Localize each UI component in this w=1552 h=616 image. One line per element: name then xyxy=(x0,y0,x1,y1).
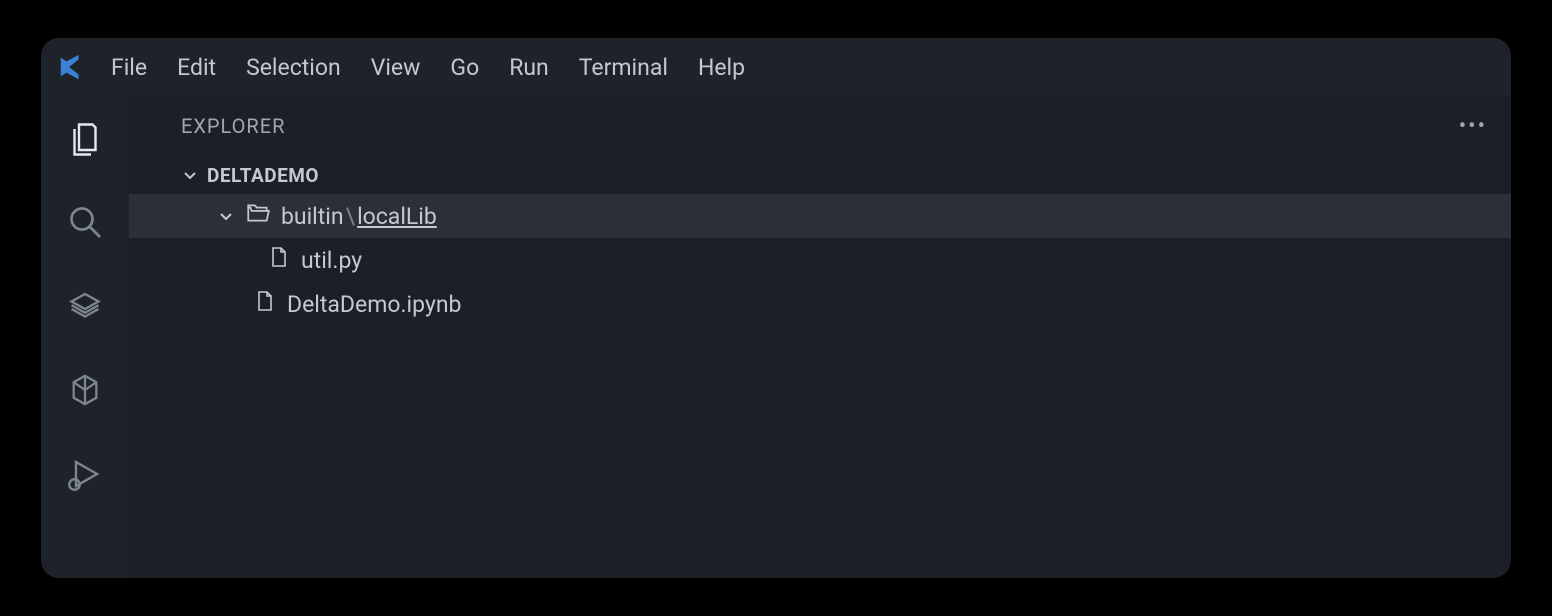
file-icon xyxy=(253,289,277,319)
folder-row-locallib[interactable]: builtin\localLib xyxy=(129,194,1511,238)
titlebar: File Edit Selection View Go Run Terminal… xyxy=(41,38,1511,96)
folder-open-icon xyxy=(245,200,271,232)
file-row-util[interactable]: util.py xyxy=(129,238,1511,282)
chevron-down-icon xyxy=(181,166,199,184)
project-name: DELTADEMO xyxy=(207,164,319,187)
file-icon xyxy=(267,245,291,275)
menu-go[interactable]: Go xyxy=(450,54,479,81)
folder-name: localLib xyxy=(357,203,437,230)
folder-prefix: builtin xyxy=(281,203,344,230)
activity-bar xyxy=(41,96,129,578)
sidebar-title: EXPLORER xyxy=(181,114,285,138)
file-row-deltademo[interactable]: DeltaDemo.ipynb xyxy=(129,282,1511,326)
menu-view[interactable]: View xyxy=(371,54,421,81)
sidebar-header: EXPLORER ••• xyxy=(129,96,1511,156)
explorer-icon[interactable] xyxy=(65,118,105,158)
menu-run[interactable]: Run xyxy=(509,54,549,81)
menu-file[interactable]: File xyxy=(111,54,147,81)
extensions-icon[interactable] xyxy=(65,370,105,410)
menu-edit[interactable]: Edit xyxy=(177,54,216,81)
file-label: util.py xyxy=(301,247,362,274)
file-label: DeltaDemo.ipynb xyxy=(287,291,461,318)
vscode-logo-icon xyxy=(57,52,87,82)
run-debug-icon[interactable] xyxy=(65,454,105,494)
file-tree: builtin\localLib util.py xyxy=(129,194,1511,326)
folder-label: builtin\localLib xyxy=(281,203,437,230)
project-header[interactable]: DELTADEMO xyxy=(129,156,1511,194)
vscode-window: File Edit Selection View Go Run Terminal… xyxy=(41,38,1511,578)
source-control-icon[interactable] xyxy=(65,286,105,326)
menu-help[interactable]: Help xyxy=(698,54,745,81)
folder-separator: \ xyxy=(346,203,355,230)
explorer-sidebar: EXPLORER ••• DELTADEMO xyxy=(129,96,1511,578)
menu-selection[interactable]: Selection xyxy=(246,54,341,81)
body-area: EXPLORER ••• DELTADEMO xyxy=(41,96,1511,578)
chevron-down-icon xyxy=(217,207,235,225)
search-icon[interactable] xyxy=(65,202,105,242)
menu-terminal[interactable]: Terminal xyxy=(579,54,668,81)
more-actions-icon[interactable]: ••• xyxy=(1459,114,1487,139)
menu-bar: File Edit Selection View Go Run Terminal… xyxy=(111,54,745,81)
